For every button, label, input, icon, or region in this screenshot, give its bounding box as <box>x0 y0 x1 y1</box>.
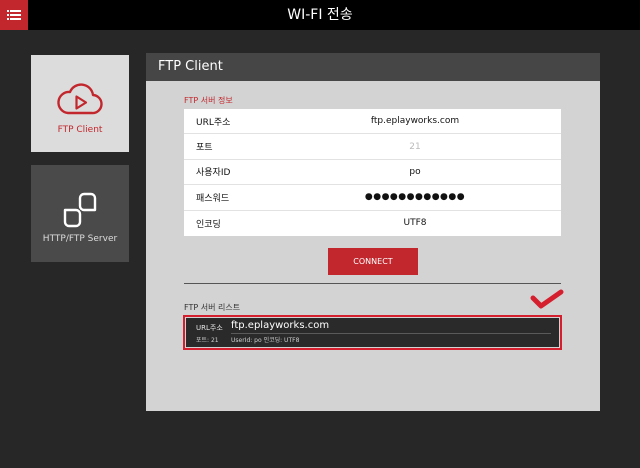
sidebar-item-ftp-client[interactable]: FTP Client <box>31 55 129 152</box>
password-row[interactable]: 패스워드 ●●●●●●●●●●●● <box>184 185 561 211</box>
sidebar-item-label: FTP Client <box>57 125 103 135</box>
server-url-label: URL주소 <box>196 324 223 332</box>
server-info-form: URL주소 ftp.eplayworks.com 포트 21 사용자ID po … <box>184 109 561 236</box>
url-field[interactable]: ftp.eplayworks.com <box>309 116 561 126</box>
port-field[interactable]: 21 <box>309 142 561 152</box>
connect-button[interactable]: CONNECT <box>328 248 418 275</box>
sidebar-item-label: HTTP/FTP Server <box>42 234 118 244</box>
top-bar: WI-FI 전송 <box>0 0 640 30</box>
ftp-client-panel: FTP Client FTP 서버 정보 URL주소 ftp.eplaywork… <box>146 53 600 411</box>
port-row[interactable]: 포트 21 <box>184 134 561 160</box>
server-list-item-body: URL주소 ftp.eplayworks.com 포트: 21 UserId: … <box>186 318 559 347</box>
checkmark-icon <box>530 289 564 309</box>
server-url: ftp.eplayworks.com <box>231 320 330 331</box>
server-details: UserId: po 인코딩: UTF8 <box>231 337 300 344</box>
server-info-title: FTP 서버 정보 <box>184 96 233 105</box>
server-list-title: FTP 서버 리스트 <box>184 303 241 312</box>
server-port: 포트: 21 <box>196 337 219 344</box>
url-row[interactable]: URL주소 ftp.eplayworks.com <box>184 109 561 135</box>
port-label: 포트 <box>196 143 213 154</box>
divider <box>184 283 561 284</box>
panel-title: FTP Client <box>146 53 600 81</box>
server-list-item[interactable]: URL주소 ftp.eplayworks.com 포트: 21 UserId: … <box>183 315 562 350</box>
user-id-field[interactable]: po <box>309 167 561 177</box>
user-id-row[interactable]: 사용자ID po <box>184 160 561 186</box>
encoding-row[interactable]: 인코딩 UTF8 <box>184 211 561 236</box>
user-id-label: 사용자ID <box>196 168 231 179</box>
cloud-play-icon <box>57 83 103 115</box>
link-icon <box>63 192 97 228</box>
sidebar-item-http-ftp-server[interactable]: HTTP/FTP Server <box>31 165 129 262</box>
page-title: WI-FI 전송 <box>287 7 353 23</box>
url-label: URL주소 <box>196 117 231 128</box>
password-field[interactable]: ●●●●●●●●●●●● <box>309 192 561 202</box>
server-item-divider <box>231 333 551 334</box>
encoding-field[interactable]: UTF8 <box>309 218 561 228</box>
encoding-label: 인코딩 <box>196 219 221 230</box>
password-label: 패스워드 <box>196 193 230 204</box>
